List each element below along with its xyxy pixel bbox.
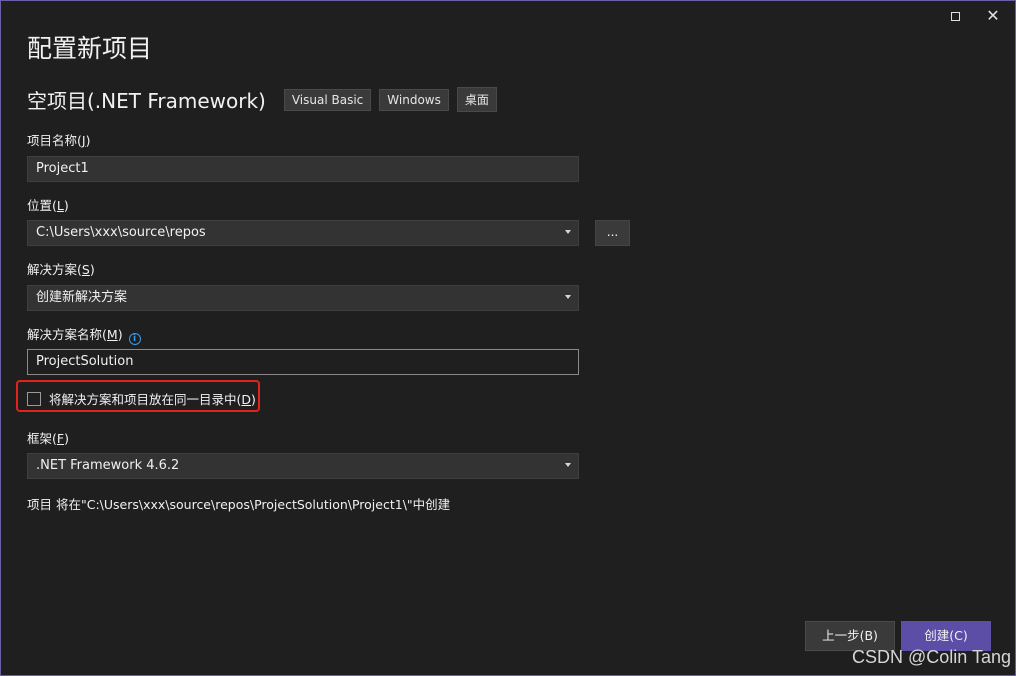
solution-name-input[interactable]: ProjectSolution bbox=[27, 349, 579, 375]
solution-label: 解决方案(S) bbox=[27, 262, 95, 277]
project-path-info: 项目 将在"C:\Users\xxx\source\repos\ProjectS… bbox=[27, 497, 451, 512]
location-value: C:\Users\xxx\source\repos bbox=[36, 225, 206, 240]
watermark: CSDN @Colin Tang bbox=[851, 647, 1011, 667]
close-icon: ✕ bbox=[986, 6, 1000, 25]
location-combobox[interactable]: C:\Users\xxx\source\repos bbox=[27, 220, 579, 246]
chevron-down-icon bbox=[565, 295, 571, 299]
tag-language: Visual Basic bbox=[283, 88, 372, 111]
info-icon[interactable]: i bbox=[128, 333, 141, 345]
browse-button[interactable]: ... bbox=[595, 220, 630, 246]
solution-name-label: 解决方案名称(M) i bbox=[27, 324, 141, 345]
same-directory-option[interactable]: 将解决方案和项目放在同一目录中(D) bbox=[27, 389, 256, 408]
framework-value: .NET Framework 4.6.2 bbox=[36, 458, 180, 473]
maximize-icon bbox=[950, 11, 960, 21]
tag-type: 桌面 bbox=[456, 87, 497, 112]
template-header: 空项目(.NET Framework) Visual Basic Windows… bbox=[27, 85, 505, 114]
template-name: 空项目(.NET Framework) bbox=[27, 89, 266, 113]
maximize-button[interactable] bbox=[937, 5, 973, 27]
same-directory-checkbox[interactable] bbox=[27, 391, 41, 406]
solution-value: 创建新解决方案 bbox=[36, 290, 128, 305]
solution-dropdown[interactable]: 创建新解决方案 bbox=[27, 285, 579, 311]
framework-label: 框架(F) bbox=[27, 431, 69, 446]
page-title: 配置新项目 bbox=[27, 34, 153, 63]
location-label: 位置(L) bbox=[27, 198, 69, 213]
project-name-label: 项目名称(J) bbox=[27, 133, 91, 148]
chevron-down-icon bbox=[565, 463, 571, 467]
project-name-input[interactable]: Project1 bbox=[27, 156, 579, 182]
configure-project-dialog: ✕ 配置新项目 空项目(.NET Framework) Visual Basic… bbox=[0, 0, 1016, 676]
same-directory-label: 将解决方案和项目放在同一目录中(D) bbox=[49, 392, 256, 407]
tag-platform: Windows bbox=[379, 88, 449, 111]
chevron-down-icon bbox=[565, 230, 571, 234]
framework-dropdown[interactable]: .NET Framework 4.6.2 bbox=[27, 453, 579, 479]
close-button[interactable]: ✕ bbox=[975, 5, 1011, 27]
